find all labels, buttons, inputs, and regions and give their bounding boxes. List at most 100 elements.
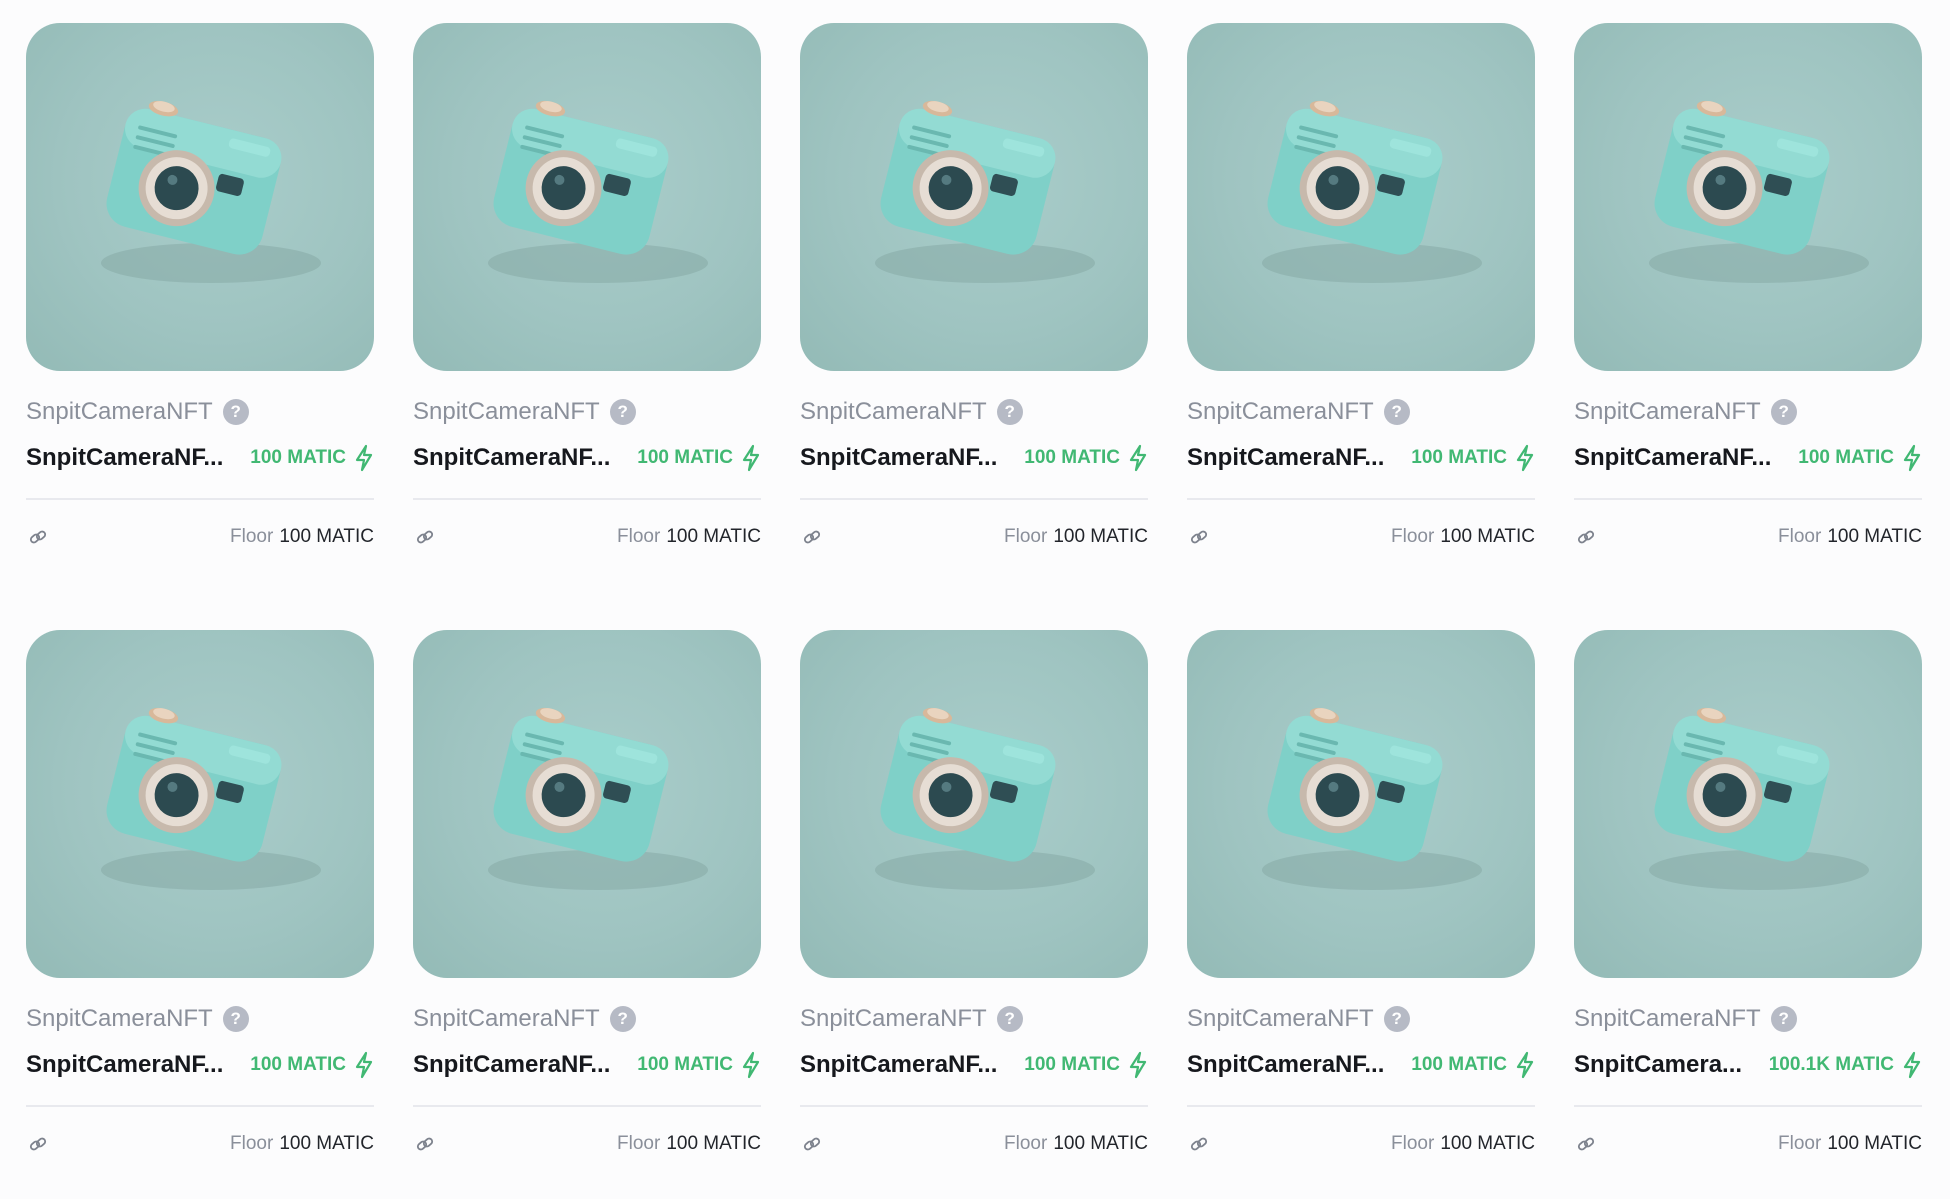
nft-name[interactable]: SnpitCameraNF... xyxy=(413,444,610,472)
nft-image[interactable] xyxy=(26,630,374,978)
help-icon[interactable]: ? xyxy=(1383,399,1410,425)
nft-card[interactable]: SnpitCameraNFT ? SnpitCamera... 100.1K M… xyxy=(1574,630,1922,1199)
collection-row: SnpitCameraNFT ? xyxy=(1187,1004,1535,1034)
camera-image xyxy=(1649,100,1869,283)
collection-name[interactable]: SnpitCameraNFT xyxy=(413,1005,600,1033)
divider xyxy=(1574,498,1922,500)
floor-label: Floor xyxy=(1778,526,1822,547)
price-label: 100 MATIC xyxy=(637,447,733,468)
camera-image xyxy=(488,100,708,283)
lightning-bolt-icon xyxy=(742,1051,760,1079)
collection-name[interactable]: SnpitCameraNFT xyxy=(26,398,213,426)
price-label: 100 MATIC xyxy=(1798,447,1894,468)
card-footer: Floor 100 MATIC xyxy=(800,524,1148,550)
link-icon[interactable] xyxy=(1577,1135,1595,1153)
floor-value: 100 MATIC xyxy=(1827,1133,1922,1154)
collection-name[interactable]: SnpitCameraNFT xyxy=(413,398,600,426)
nft-card[interactable]: SnpitCameraNFT ? SnpitCameraNF... 100 MA… xyxy=(800,630,1148,1199)
floor-price: Floor 100 MATIC xyxy=(1778,1133,1922,1155)
nft-image[interactable] xyxy=(1574,23,1922,371)
price-label: 100 MATIC xyxy=(1411,1054,1507,1075)
nft-name[interactable]: SnpitCameraNF... xyxy=(413,1051,610,1079)
nft-image[interactable] xyxy=(26,23,374,371)
nft-image[interactable] xyxy=(1187,630,1535,978)
nft-name[interactable]: SnpitCamera... xyxy=(1574,1051,1742,1079)
nft-name[interactable]: SnpitCameraNF... xyxy=(1574,444,1771,472)
collection-row: SnpitCameraNFT ? xyxy=(1574,397,1922,427)
help-icon[interactable]: ? xyxy=(609,399,636,425)
nft-card[interactable]: SnpitCameraNFT ? SnpitCameraNF... 100 MA… xyxy=(1187,630,1535,1199)
nft-name[interactable]: SnpitCameraNF... xyxy=(800,444,997,472)
floor-label: Floor xyxy=(1391,526,1435,547)
lightning-bolt-icon xyxy=(355,1051,373,1079)
nft-card[interactable]: SnpitCameraNFT ? SnpitCameraNF... 100 MA… xyxy=(26,23,374,592)
floor-label: Floor xyxy=(617,1133,661,1154)
nft-name[interactable]: SnpitCameraNF... xyxy=(26,1051,223,1079)
divider xyxy=(1187,1105,1535,1107)
help-icon[interactable]: ? xyxy=(222,399,249,425)
floor-price: Floor 100 MATIC xyxy=(230,526,374,548)
link-icon[interactable] xyxy=(416,528,434,546)
collection-name[interactable]: SnpitCameraNFT xyxy=(26,1005,213,1033)
link-icon[interactable] xyxy=(29,528,47,546)
help-icon[interactable]: ? xyxy=(996,399,1023,425)
help-icon[interactable]: ? xyxy=(609,1006,636,1032)
price-label: 100 MATIC xyxy=(250,1054,346,1075)
help-icon[interactable]: ? xyxy=(222,1006,249,1032)
floor-label: Floor xyxy=(1778,1133,1822,1154)
floor-label: Floor xyxy=(230,526,274,547)
nft-image[interactable] xyxy=(413,23,761,371)
floor-value: 100 MATIC xyxy=(1440,1133,1535,1154)
card-footer: Floor 100 MATIC xyxy=(413,1131,761,1157)
help-icon[interactable]: ? xyxy=(1383,1006,1410,1032)
nft-card[interactable]: SnpitCameraNFT ? SnpitCameraNF... 100 MA… xyxy=(413,23,761,592)
nft-name[interactable]: SnpitCameraNF... xyxy=(1187,444,1384,472)
nft-image[interactable] xyxy=(800,630,1148,978)
link-icon[interactable] xyxy=(1577,528,1595,546)
nft-card[interactable]: SnpitCameraNFT ? SnpitCameraNF... 100 MA… xyxy=(800,23,1148,592)
nft-name[interactable]: SnpitCameraNF... xyxy=(26,444,223,472)
floor-price: Floor 100 MATIC xyxy=(1004,1133,1148,1155)
title-row: SnpitCameraNF... 100 MATIC xyxy=(800,1049,1148,1081)
help-icon[interactable]: ? xyxy=(996,1006,1023,1032)
link-icon[interactable] xyxy=(1190,1135,1208,1153)
nft-card[interactable]: SnpitCameraNFT ? SnpitCameraNF... 100 MA… xyxy=(1187,23,1535,592)
help-icon[interactable]: ? xyxy=(1770,399,1797,425)
collection-row: SnpitCameraNFT ? xyxy=(413,1004,761,1034)
collection-row: SnpitCameraNFT ? xyxy=(800,397,1148,427)
nft-name[interactable]: SnpitCameraNF... xyxy=(800,1051,997,1079)
nft-card[interactable]: SnpitCameraNFT ? SnpitCameraNF... 100 MA… xyxy=(1574,23,1922,592)
lightning-bolt-icon xyxy=(1516,1051,1534,1079)
collection-name[interactable]: SnpitCameraNFT xyxy=(1574,1005,1761,1033)
nft-name[interactable]: SnpitCameraNF... xyxy=(1187,1051,1384,1079)
camera-image xyxy=(101,707,321,890)
collection-name[interactable]: SnpitCameraNFT xyxy=(1574,398,1761,426)
camera-image xyxy=(101,100,321,283)
nft-image[interactable] xyxy=(800,23,1148,371)
collection-name[interactable]: SnpitCameraNFT xyxy=(1187,1005,1374,1033)
floor-value: 100 MATIC xyxy=(279,1133,374,1154)
collection-name[interactable]: SnpitCameraNFT xyxy=(800,398,987,426)
link-icon[interactable] xyxy=(416,1135,434,1153)
card-footer: Floor 100 MATIC xyxy=(1574,524,1922,550)
collection-name[interactable]: SnpitCameraNFT xyxy=(1187,398,1374,426)
nft-card[interactable]: SnpitCameraNFT ? SnpitCameraNF... 100 MA… xyxy=(26,630,374,1199)
link-icon[interactable] xyxy=(29,1135,47,1153)
nft-image[interactable] xyxy=(413,630,761,978)
link-icon[interactable] xyxy=(803,528,821,546)
floor-value: 100 MATIC xyxy=(1053,1133,1148,1154)
camera-image xyxy=(875,100,1095,283)
floor-price: Floor 100 MATIC xyxy=(1778,526,1922,548)
collection-name[interactable]: SnpitCameraNFT xyxy=(800,1005,987,1033)
help-icon[interactable]: ? xyxy=(1770,1006,1797,1032)
nft-image[interactable] xyxy=(1187,23,1535,371)
link-icon[interactable] xyxy=(1190,528,1208,546)
floor-label: Floor xyxy=(617,526,661,547)
card-footer: Floor 100 MATIC xyxy=(800,1131,1148,1157)
link-icon[interactable] xyxy=(803,1135,821,1153)
nft-image[interactable] xyxy=(1574,630,1922,978)
nft-card[interactable]: SnpitCameraNFT ? SnpitCameraNF... 100 MA… xyxy=(413,630,761,1199)
divider xyxy=(26,498,374,500)
price-label: 100.1K MATIC xyxy=(1768,1054,1894,1075)
divider xyxy=(1187,498,1535,500)
